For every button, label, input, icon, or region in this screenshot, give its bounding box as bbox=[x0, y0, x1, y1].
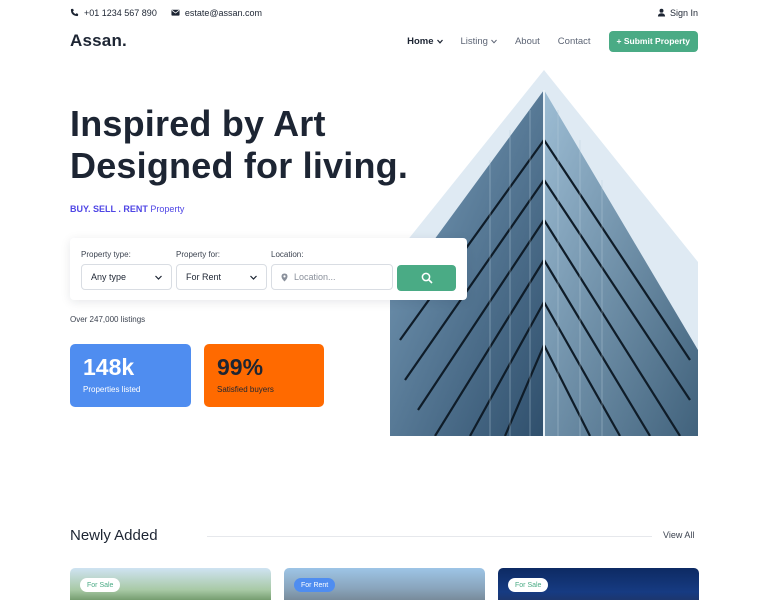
sign-in-link[interactable]: Sign In bbox=[657, 8, 698, 18]
phone-icon bbox=[70, 8, 79, 17]
phone-number: +01 1234 567 890 bbox=[84, 7, 157, 18]
nav-menu: Home Listing About Contact + Submit Prop… bbox=[389, 30, 698, 52]
property-for-select[interactable]: For Rent bbox=[176, 264, 267, 290]
main-navbar: Assan. Home Listing About Contact + Subm… bbox=[70, 28, 698, 54]
top-bar: +01 1234 567 890 estate@assan.com Sign I… bbox=[70, 0, 698, 25]
newly-added-title: Newly Added bbox=[70, 527, 158, 544]
stat-caption: Properties listed bbox=[83, 385, 141, 394]
nav-item-home-label: Home bbox=[407, 35, 434, 47]
envelope-icon bbox=[171, 9, 180, 16]
stat-caption: Satisfied buyers bbox=[217, 385, 274, 394]
location-input[interactable]: Location... bbox=[271, 264, 393, 290]
chevron-down-icon bbox=[491, 39, 497, 44]
property-for-label: Property for: bbox=[176, 250, 221, 259]
listings-count: Over 247,000 listings bbox=[70, 315, 146, 324]
headline-line-2: Designed for living. bbox=[70, 145, 409, 186]
chevron-down-icon bbox=[436, 39, 443, 44]
property-search-card: Property type: Any type Property for: Fo… bbox=[70, 238, 467, 300]
sign-in-label: Sign In bbox=[669, 7, 698, 18]
property-type-label: Property type: bbox=[81, 250, 131, 259]
submit-property-button[interactable]: + Submit Property bbox=[608, 30, 698, 52]
tagline-bold: BUY. SELL . RENT bbox=[70, 204, 148, 214]
search-button[interactable] bbox=[397, 265, 456, 291]
location-label: Location: bbox=[271, 250, 304, 259]
nav-item-about-label: About bbox=[514, 35, 540, 47]
hero-tagline: BUY. SELL . RENT Property bbox=[70, 204, 184, 214]
nav-item-contact-label: Contact bbox=[557, 35, 591, 47]
property-for-value: For Rent bbox=[186, 272, 222, 282]
property-for-field: Property for: For Rent bbox=[176, 250, 267, 290]
map-pin-icon bbox=[281, 273, 288, 281]
view-all-link[interactable]: View All bbox=[663, 530, 694, 540]
property-card[interactable]: For Rent bbox=[284, 568, 485, 600]
status-badge: For Rent bbox=[294, 578, 336, 592]
user-icon bbox=[657, 8, 666, 17]
email-address: estate@assan.com bbox=[184, 7, 263, 18]
nav-item-listing-label: Listing bbox=[460, 35, 488, 47]
email-contact[interactable]: estate@assan.com bbox=[171, 8, 262, 18]
status-badge: For Sale bbox=[508, 578, 549, 592]
chevron-down-icon bbox=[250, 275, 257, 280]
chevron-down-icon bbox=[155, 275, 162, 280]
property-type-field: Property type: Any type bbox=[81, 250, 172, 290]
location-field: Location: Location... bbox=[271, 250, 393, 290]
search-icon bbox=[421, 272, 433, 284]
tagline-rest: Property bbox=[150, 204, 185, 214]
status-badge: For Sale bbox=[80, 578, 121, 592]
nav-item-home[interactable]: Home bbox=[407, 35, 443, 47]
stat-properties-listed: 148k Properties listed bbox=[70, 344, 191, 407]
nav-item-about[interactable]: About bbox=[515, 36, 540, 47]
headline-line-1: Inspired by Art bbox=[70, 103, 326, 144]
stat-satisfied-buyers: 99% Satisfied buyers bbox=[204, 344, 324, 407]
hero-headline: Inspired by Art Designed for living. bbox=[70, 103, 408, 187]
location-placeholder: Location... bbox=[294, 272, 336, 282]
property-card[interactable]: For Sale bbox=[70, 568, 271, 600]
property-type-select[interactable]: Any type bbox=[81, 264, 172, 290]
logo[interactable]: Assan. bbox=[70, 31, 127, 51]
stat-value: 99% bbox=[217, 354, 264, 380]
phone-contact[interactable]: +01 1234 567 890 bbox=[70, 8, 157, 18]
property-type-value: Any type bbox=[91, 272, 127, 282]
property-card[interactable]: For Sale bbox=[498, 568, 699, 600]
nav-item-contact[interactable]: Contact bbox=[558, 36, 591, 47]
submit-property-label: + Submit Property bbox=[616, 36, 690, 46]
nav-item-listing[interactable]: Listing bbox=[461, 36, 497, 47]
stat-value: 148k bbox=[83, 354, 135, 380]
section-divider bbox=[207, 536, 652, 537]
